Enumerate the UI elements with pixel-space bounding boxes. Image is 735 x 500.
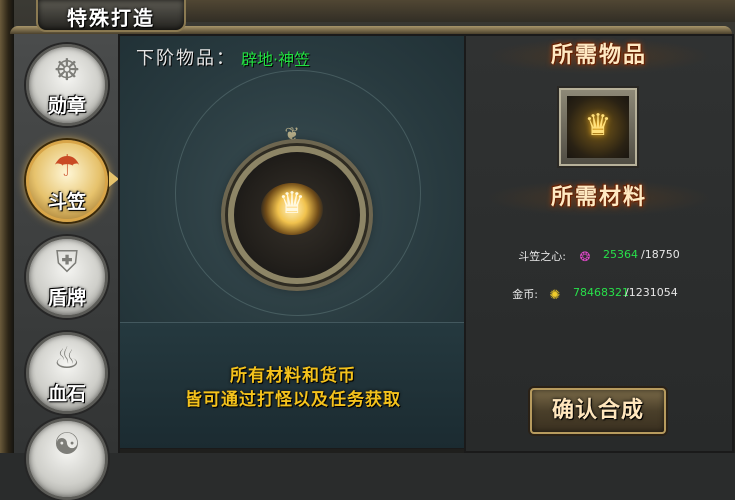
heart-gem-icon[interactable]: ❂	[577, 250, 593, 266]
material-name: 斗笠之心:	[518, 250, 566, 263]
next-tier-item-name: 辟地·神笠	[241, 50, 311, 69]
material-have: 78468321	[573, 286, 629, 299]
requirements-panel: 所需物品 ♛ 所需材料 斗笠之心: ❂ 25364 /18750 金币: ✺ 7…	[464, 34, 734, 453]
hint-line-1: 所有材料和货币	[230, 366, 356, 386]
material-name: 金币:	[512, 288, 538, 301]
gold-coin-icon[interactable]: ✺	[547, 288, 563, 304]
required-item-slot[interactable]: ♛	[557, 86, 639, 168]
frame-left-ornament	[0, 0, 14, 453]
category-shield[interactable]: ⛨ 盾牌	[26, 236, 108, 318]
top-background-strip	[182, 0, 735, 22]
category-label: 盾牌	[47, 287, 86, 309]
medal-icon: ☸	[53, 53, 81, 88]
category-label: 血石	[47, 383, 86, 405]
ring-crest-icon: ❦	[284, 124, 300, 145]
next-tier-label: 下阶物品：	[136, 48, 236, 69]
category-medal[interactable]: ☸ 勋章	[26, 44, 108, 126]
window-title-tab: 特殊打造	[36, 0, 186, 32]
material-need: /1231054	[625, 286, 678, 299]
category-sidebar: ☸ 勋章 ☂ 斗笠 ⛨ 盾牌 ♨ 血石 ☯	[14, 34, 120, 500]
preview-panel: 下阶物品： 辟地·神笠 ❦ ♛ 所有材料和货币 皆可通过打怪以及任务获取	[118, 34, 468, 449]
category-label: 勋章	[47, 95, 86, 117]
category-label: 斗笠	[47, 191, 86, 213]
bamboo-hat-icon: ☂	[53, 149, 81, 184]
category-bamboo-hat[interactable]: ☂ 斗笠	[26, 140, 119, 222]
category-blood-stone[interactable]: ♨ 血石	[26, 332, 108, 414]
window-title: 特殊打造	[67, 6, 155, 30]
material-hint-text: 所有材料和货币 皆可通过打怪以及任务获取	[120, 364, 466, 412]
required-item-title: 所需物品	[486, 38, 712, 74]
confirm-craft-button[interactable]: 确认合成	[530, 388, 666, 434]
blood-stone-icon: ♨	[53, 341, 81, 376]
shield-icon: ⛨	[55, 245, 79, 280]
bamboo-hat-item-icon: ♛	[278, 186, 306, 221]
golden-hat-icon: ♛	[584, 108, 612, 143]
material-need: /18750	[641, 248, 680, 261]
required-item-frame: ♛	[567, 96, 629, 158]
category-more[interactable]: ☯	[26, 418, 108, 500]
more-item-icon: ☯	[53, 427, 81, 462]
required-materials-title: 所需材料	[486, 180, 712, 216]
material-have: 25364	[603, 248, 638, 261]
hint-line-2: 皆可通过打怪以及任务获取	[185, 390, 401, 410]
material-row: 金币: ✺ 78468321 /1231054	[466, 286, 732, 306]
material-row: 斗笠之心: ❂ 25364 /18750	[466, 248, 732, 268]
